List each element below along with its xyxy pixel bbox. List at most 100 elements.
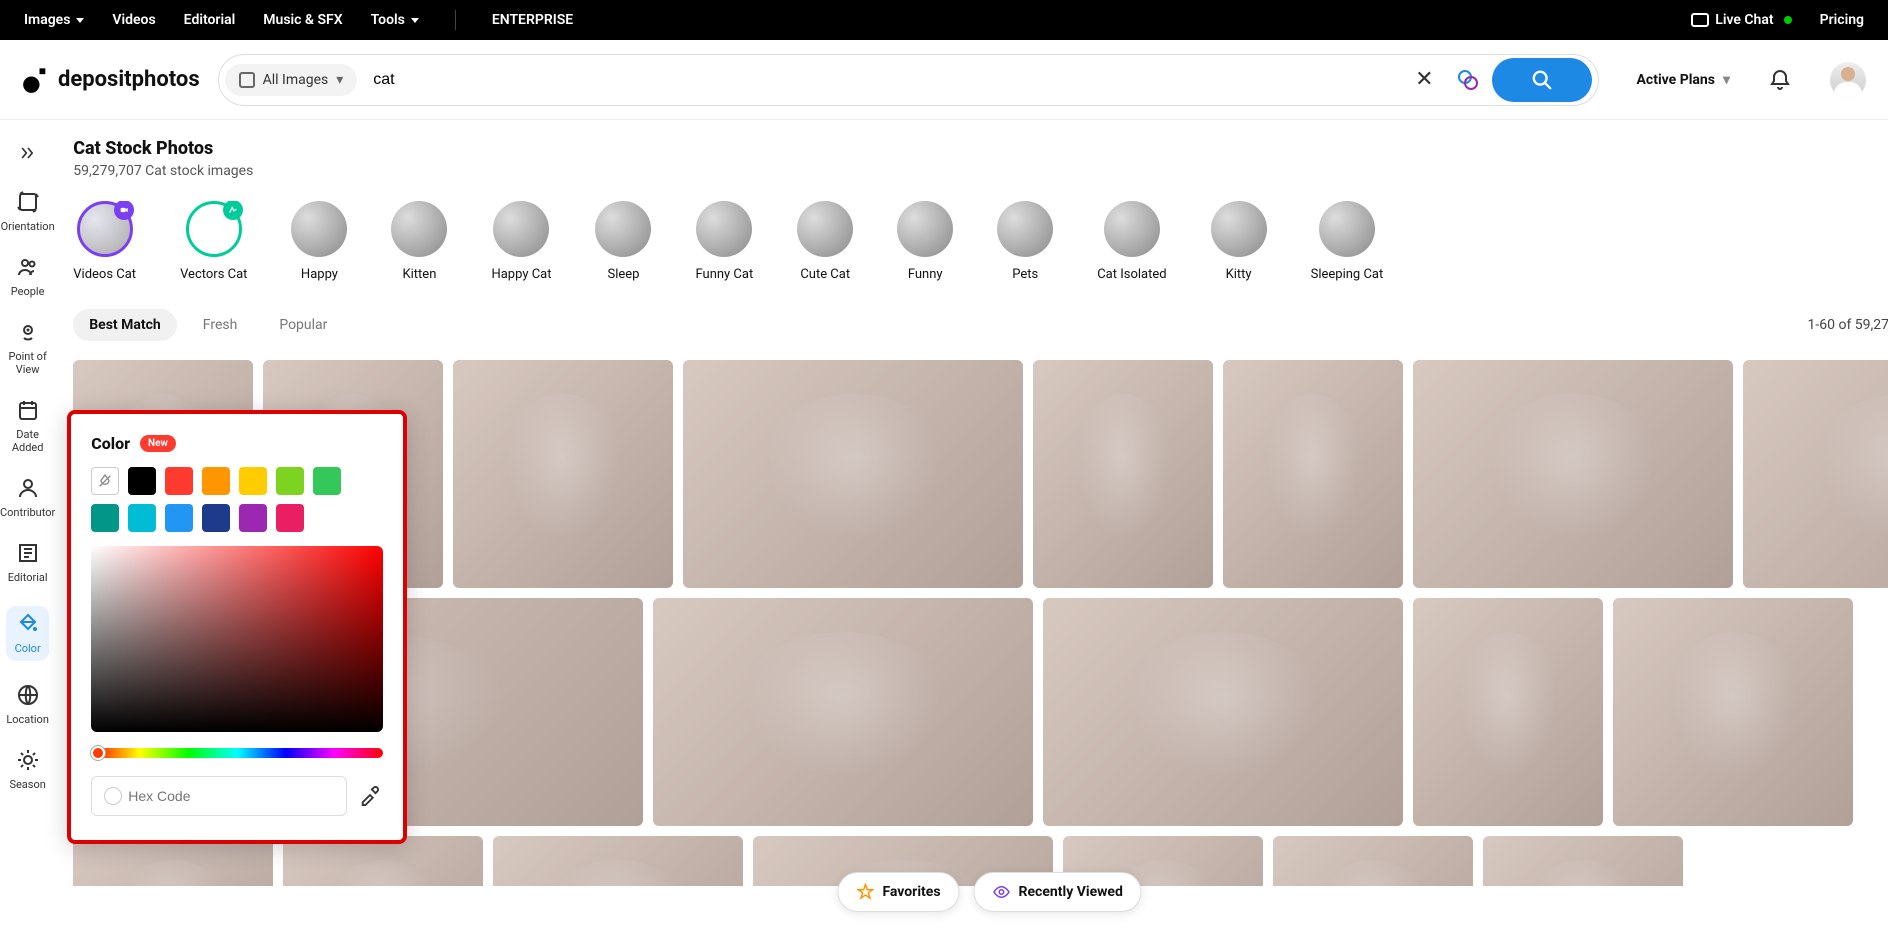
sort-row: Best Match Fresh Popular 1-60 of 59,279,70… [73,308,1888,342]
sidebar-item-color[interactable]: Color [6,606,49,661]
gallery-thumbnail[interactable] [1033,360,1213,588]
live-chat-label: Live Chat [1715,12,1773,28]
gallery-thumbnail[interactable] [1613,598,1853,826]
user-avatar[interactable] [1830,62,1866,98]
gallery-thumbnail[interactable] [1483,836,1683,886]
category-item[interactable]: Kitten [391,201,447,282]
sidebar: Orientation People Point of View Date Ad… [0,120,55,886]
category-item[interactable]: Videos Cat [73,201,136,282]
nav-videos[interactable]: Videos [112,12,155,28]
hue-slider[interactable] [91,748,383,758]
color-swatch[interactable] [202,467,230,495]
sidebar-label: Date Added [0,428,55,454]
search-input[interactable] [357,55,1405,105]
recently-label: Recently Viewed [1019,884,1123,900]
color-swatch[interactable] [276,504,304,532]
pagination: 1-60 of 59,279,707 1 [1808,308,1888,342]
nav-editorial[interactable]: Editorial [184,12,236,28]
gallery-thumbnail[interactable] [1413,360,1733,588]
sidebar-item-orientation[interactable]: Orientation [0,190,55,233]
gallery-thumbnail[interactable] [493,836,743,886]
category-item[interactable]: Funny [897,201,953,282]
category-thumb [1104,201,1160,257]
color-swatch[interactable] [202,504,230,532]
category-thumb [1211,201,1267,257]
chevron-down-icon: ▾ [1723,72,1730,88]
reverse-image-search-icon[interactable] [1456,68,1480,92]
search-icon [1531,69,1553,91]
category-item[interactable]: Happy [291,201,347,282]
sidebar-item-location[interactable]: Location [0,683,55,726]
category-item[interactable]: Pets [997,201,1053,282]
clear-search-button[interactable]: ✕ [1405,67,1443,92]
sidebar-label: Point of View [0,350,55,376]
gallery-thumbnail[interactable] [683,360,1023,588]
gallery-thumbnail[interactable] [1273,836,1473,886]
category-thumb [897,201,953,257]
vector-badge-icon [223,201,243,220]
color-swatch[interactable] [91,504,119,532]
nav-music[interactable]: Music & SFX [263,12,342,28]
sort-tab[interactable]: Best Match [73,309,177,341]
gallery-thumbnail[interactable] [453,360,673,588]
gallery-thumbnail[interactable] [1743,360,1888,588]
gallery-thumbnail[interactable] [1413,598,1603,826]
sidebar-item-date[interactable]: Date Added [0,398,55,454]
color-swatch[interactable] [165,504,193,532]
color-saturation-picker[interactable] [91,546,383,732]
page-title: Cat Stock Photos [73,138,253,159]
nav-enterprise[interactable]: ENTERPRISE [492,12,573,28]
logo[interactable]: depositphotos [22,66,200,94]
gallery-thumbnail[interactable] [653,598,1033,826]
active-plans-dropdown[interactable]: Active Plans ▾ [1637,72,1730,88]
sidebar-item-contributor[interactable]: Contributor [0,476,55,519]
nav-tools[interactable]: Tools [371,12,419,28]
season-icon [16,748,40,772]
sidebar-label: Season [9,778,45,791]
hue-slider-thumb[interactable] [91,746,105,760]
calendar-icon [16,398,40,422]
color-swatch-none[interactable] [91,467,119,495]
color-swatch[interactable] [313,467,341,495]
color-swatch[interactable] [165,467,193,495]
color-swatch[interactable] [239,467,267,495]
nav-images[interactable]: Images [24,12,84,28]
category-label: Funny [908,267,943,282]
category-label: Happy [301,267,338,282]
category-item[interactable]: Happy Cat [491,201,551,282]
category-thumb [595,201,651,257]
eyedropper-button[interactable] [359,784,383,808]
category-item[interactable]: Sleep [595,201,651,282]
sidebar-item-pov[interactable]: Point of View [0,320,55,376]
search-button[interactable] [1492,58,1592,102]
category-item[interactable]: Cat Isolated [1097,201,1166,282]
gallery-thumbnail[interactable] [1223,360,1403,588]
category-item[interactable]: Sleeping Cat [1311,201,1384,282]
hex-code-input[interactable] [128,777,334,815]
live-chat[interactable]: Live Chat [1691,12,1791,28]
sidebar-item-people[interactable]: People [0,255,55,298]
color-swatch[interactable] [239,504,267,532]
pov-icon [16,320,40,344]
sidebar-item-season[interactable]: Season [0,748,55,791]
category-item[interactable]: Cute Cat [797,201,853,282]
favorites-button[interactable]: Favorites [837,872,959,912]
expand-sidebar-button[interactable] [13,138,43,168]
notifications-button[interactable] [1768,68,1792,92]
gallery-thumbnail[interactable] [1043,598,1403,826]
category-label: Sleeping Cat [1311,267,1384,282]
recently-viewed-button[interactable]: Recently Viewed [974,872,1142,912]
category-item[interactable]: Kitty [1211,201,1267,282]
category-item[interactable]: Funny Cat [695,201,753,282]
sort-tab[interactable]: Fresh [187,309,254,341]
category-item[interactable]: Vectors Cat [180,201,247,282]
category-thumb [493,201,549,257]
color-swatch[interactable] [128,504,156,532]
sort-tab[interactable]: Popular [263,309,343,341]
sidebar-item-editorial[interactable]: Editorial [0,541,55,584]
color-swatch[interactable] [128,467,156,495]
search-filter-dropdown[interactable]: All Images ▾ [225,64,358,96]
category-thumb [291,201,347,257]
color-swatch[interactable] [276,467,304,495]
nav-pricing[interactable]: Pricing [1820,12,1864,28]
